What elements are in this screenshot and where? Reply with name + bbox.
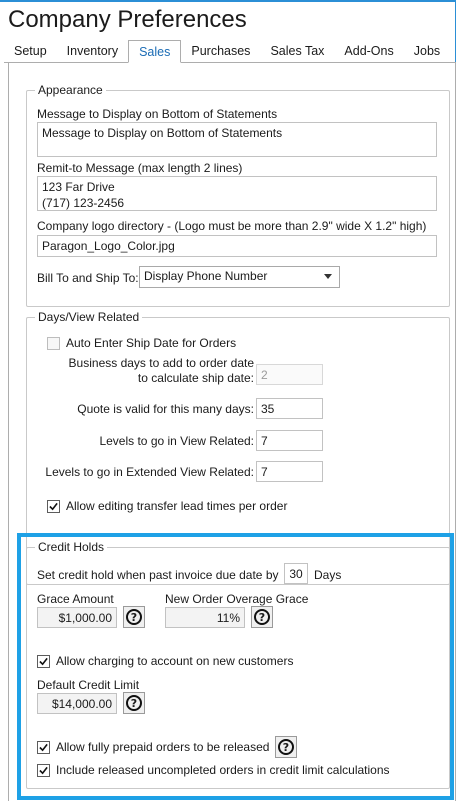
grace-amount-label: Grace Amount <box>37 592 114 606</box>
levels-view-related-label: Levels to go in View Related: <box>99 434 254 448</box>
appearance-group: Appearance Message to Display on Bottom … <box>26 83 450 307</box>
tab-content-sales: Appearance Message to Display on Bottom … <box>8 63 456 801</box>
tab-jobs[interactable]: Jobs <box>404 40 450 62</box>
tab-setup[interactable]: Setup <box>4 40 57 62</box>
grace-help-button[interactable]: ? <box>123 606 145 628</box>
question-icon: ? <box>126 609 142 625</box>
question-icon: ? <box>278 739 294 755</box>
auto-ship-label: Auto Enter Ship Date for Orders <box>66 336 237 350</box>
levels-view-related-field[interactable]: 7 <box>256 430 323 451</box>
statement-message-field[interactable]: Message to Display on Bottom of Statemen… <box>37 122 437 157</box>
checkbox-box <box>47 336 60 350</box>
bill-ship-label: Bill To and Ship To: <box>37 271 139 285</box>
business-days-label-2: to calculate ship date: <box>137 371 254 385</box>
quote-valid-label: Quote is valid for this many days: <box>77 402 254 416</box>
grace-amount-field[interactable]: $1,000.00 <box>37 607 117 628</box>
business-days-field[interactable]: 2 <box>256 364 323 385</box>
default-credit-limit-label: Default Credit Limit <box>37 678 140 692</box>
ext-levels-field[interactable]: 7 <box>256 461 323 482</box>
question-icon: ? <box>126 695 142 711</box>
checkmark-icon <box>49 502 58 510</box>
checkbox-box <box>37 654 50 668</box>
business-days-label-1: Business days to add to order date <box>68 356 254 370</box>
overage-grace-label: New Order Overage Grace <box>165 592 309 606</box>
charging-new-customers-label: Allow charging to account on new custome… <box>56 654 294 668</box>
overage-grace-field[interactable]: 11% <box>165 607 245 628</box>
tab-sales[interactable]: Sales <box>128 40 182 63</box>
prepaid-orders-checkbox[interactable]: Allow fully prepaid orders to be release… <box>37 740 269 754</box>
window-title: Company Preferences <box>8 6 247 33</box>
lead-times-checkbox[interactable]: Allow editing transfer lead times per or… <box>47 499 287 513</box>
checkmark-icon <box>39 657 48 665</box>
logo-directory-label: Company logo directory - (Logo must be m… <box>37 219 427 233</box>
question-icon: ? <box>254 609 270 625</box>
tab-add-ons[interactable]: Add-Ons <box>334 40 403 62</box>
bill-ship-select[interactable]: Display Phone Number <box>139 266 340 288</box>
tab-inventory[interactable]: Inventory <box>57 40 128 62</box>
remit-message-field[interactable]: 123 Far Drive (717) 123-2456 <box>37 176 437 211</box>
checkbox-box <box>37 740 50 754</box>
credit-limit-help-button[interactable]: ? <box>123 692 145 714</box>
tab-purchases[interactable]: Purchases <box>181 40 260 62</box>
quote-valid-field[interactable]: 35 <box>256 398 323 419</box>
include-released-label: Include released uncompleted orders in c… <box>56 763 390 777</box>
tab-strip: Setup Inventory Sales Purchases Sales Ta… <box>4 40 456 63</box>
days-view-legend: Days/View Related <box>35 310 143 324</box>
prepaid-help-button[interactable]: ? <box>275 736 297 758</box>
charging-new-customers-checkbox[interactable]: Allow charging to account on new custome… <box>37 654 293 668</box>
statement-message-label: Message to Display on Bottom of Statemen… <box>37 107 278 121</box>
credit-holds-legend: Credit Holds <box>35 540 108 554</box>
ext-levels-label: Levels to go in Extended View Related: <box>45 465 254 479</box>
logo-directory-field[interactable]: Paragon_Logo_Color.jpg <box>37 235 437 257</box>
chevron-down-icon <box>324 274 332 279</box>
prepaid-orders-label: Allow fully prepaid orders to be release… <box>56 740 270 754</box>
past-due-unit: Days <box>314 568 342 582</box>
remit-message-label: Remit-to Message (max length 2 lines) <box>37 161 243 175</box>
lead-times-label: Allow editing transfer lead times per or… <box>66 499 288 513</box>
checkmark-icon <box>39 743 48 751</box>
past-due-field[interactable]: 30 <box>284 563 308 584</box>
appearance-legend: Appearance <box>35 83 106 97</box>
bill-ship-value: Display Phone Number <box>144 269 268 283</box>
default-credit-limit-field[interactable]: $14,000.00 <box>37 693 117 714</box>
checkmark-icon <box>39 766 48 774</box>
include-released-checkbox[interactable]: Include released uncompleted orders in c… <box>37 763 390 777</box>
checkbox-box <box>47 499 60 513</box>
overage-help-button[interactable]: ? <box>251 606 273 628</box>
credit-holds-group: Credit Holds Set credit hold when past i… <box>26 540 450 789</box>
past-due-label: Set credit hold when past invoice due da… <box>37 568 279 582</box>
checkbox-box <box>37 763 50 777</box>
tab-sales-tax[interactable]: Sales Tax <box>260 40 334 62</box>
auto-ship-checkbox[interactable]: Auto Enter Ship Date for Orders <box>47 336 236 350</box>
